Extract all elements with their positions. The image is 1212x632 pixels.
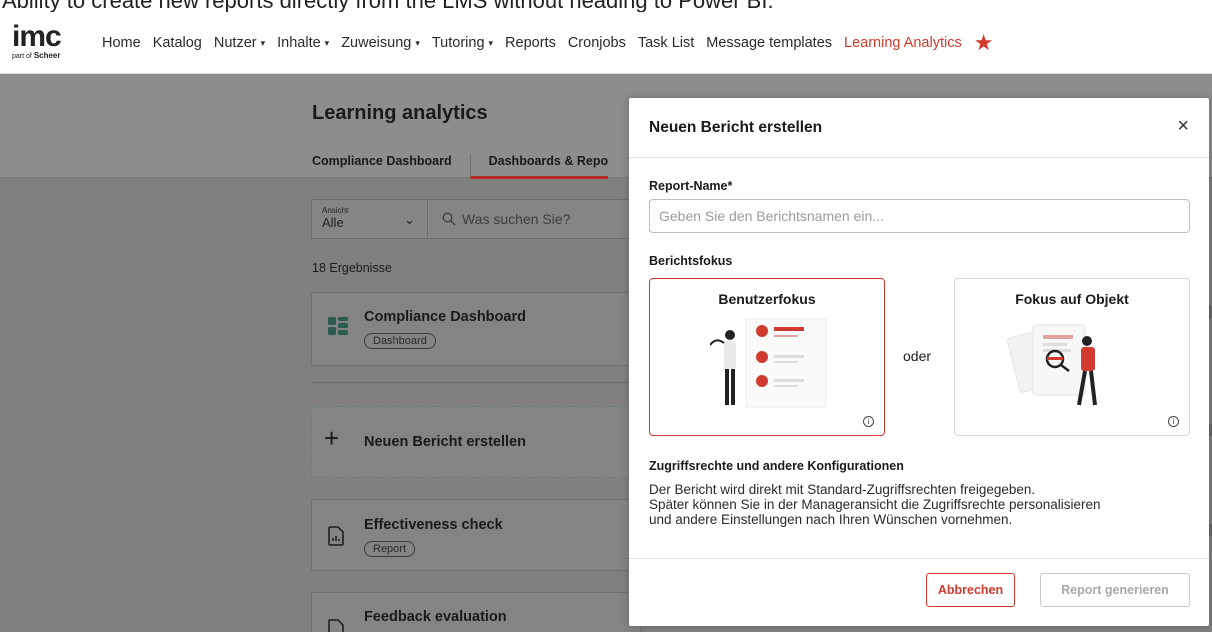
cancel-button[interactable]: Abbrechen bbox=[926, 573, 1015, 607]
report-icon bbox=[328, 619, 344, 632]
list-item[interactable]: Feedback evaluation bbox=[311, 592, 641, 632]
nav-home[interactable]: Home bbox=[96, 35, 147, 51]
results-count: 18 Ergebnisse bbox=[312, 261, 392, 275]
nav-cronjobs[interactable]: Cronjobs bbox=[562, 35, 632, 51]
or-separator: oder bbox=[903, 348, 932, 364]
caret-down-icon: ▾ bbox=[415, 37, 420, 48]
close-icon[interactable]: × bbox=[1177, 115, 1189, 138]
modal-title: Neuen Bericht erstellen bbox=[649, 119, 823, 136]
top-navbar: imc part of Scheer Home Katalog Nutzer ▾ … bbox=[0, 12, 1212, 74]
imc-logo[interactable]: imc part of Scheer bbox=[12, 20, 72, 61]
nav-learning-analytics[interactable]: Learning Analytics bbox=[838, 35, 968, 51]
report-icon bbox=[328, 526, 344, 546]
divider bbox=[311, 382, 641, 383]
view-select-value: Alle bbox=[322, 215, 344, 230]
nav-zuweisung[interactable]: Zuweisung ▾ bbox=[335, 35, 426, 51]
description-line: und andere Einstellungen nach Ihren Wüns… bbox=[649, 512, 1013, 527]
plus-icon: + bbox=[324, 423, 340, 453]
logo-sub: part of Scheer bbox=[12, 51, 61, 60]
star-icon[interactable]: ★ bbox=[974, 30, 994, 56]
filter-bar: Ansicht Alle ⌄ Was suchen Sie? bbox=[311, 199, 641, 239]
caret-down-icon: ▾ bbox=[260, 37, 266, 48]
focus-option-object[interactable]: Fokus auf Objekt i bbox=[954, 278, 1190, 436]
search-placeholder: Was suchen Sie? bbox=[462, 211, 571, 227]
caret-down-icon: ▾ bbox=[488, 37, 494, 48]
type-badge: Dashboard bbox=[364, 333, 436, 349]
view-select[interactable]: Ansicht Alle ⌄ bbox=[312, 200, 428, 238]
type-badge: Report bbox=[364, 541, 416, 557]
nav-task-list[interactable]: Task List bbox=[632, 35, 700, 51]
dashboard-icon bbox=[328, 317, 348, 335]
tab-dashboards-reports[interactable]: Dashboards & Repo bbox=[469, 154, 609, 179]
new-report-modal: Neuen Bericht erstellen × Report-Name* B… bbox=[629, 98, 1209, 626]
logo-brand: imc bbox=[12, 20, 62, 53]
list-item[interactable]: Compliance Dashboard Dashboard bbox=[311, 292, 641, 366]
card-title: Feedback evaluation bbox=[364, 609, 507, 625]
description-line: Später können Sie in der Manageransicht … bbox=[649, 497, 1101, 512]
caption-text: Ability to create new reports directly f… bbox=[0, 0, 1212, 12]
info-icon[interactable]: i bbox=[863, 416, 874, 427]
focus-option-title: Benutzerfokus bbox=[718, 291, 816, 307]
report-name-label: Report-Name* bbox=[649, 179, 733, 193]
search-input[interactable]: Was suchen Sie? bbox=[428, 211, 570, 227]
card-title: Neuen Bericht erstellen bbox=[364, 434, 526, 450]
chevron-down-icon: ⌄ bbox=[404, 212, 415, 227]
access-rights-description: Der Bericht wird direkt mit Standard-Zug… bbox=[649, 482, 1194, 527]
focus-option-user[interactable]: Benutzerfokus i bbox=[649, 278, 885, 436]
nav-reports[interactable]: Reports bbox=[499, 35, 562, 51]
page-tabs: Compliance Dashboard Dashboards & Repo bbox=[312, 154, 626, 179]
focus-option-title: Fokus auf Objekt bbox=[1015, 291, 1129, 307]
list-item[interactable]: Effectiveness check Report bbox=[311, 499, 641, 571]
report-focus-label: Berichtsfokus bbox=[649, 254, 733, 268]
nav-inhalte[interactable]: Inhalte ▾ bbox=[271, 35, 335, 51]
tab-compliance-dashboard[interactable]: Compliance Dashboard bbox=[312, 154, 452, 179]
report-name-input[interactable] bbox=[649, 199, 1190, 233]
nav-katalog[interactable]: Katalog bbox=[147, 35, 208, 51]
info-icon[interactable]: i bbox=[1168, 416, 1179, 427]
card-title: Effectiveness check bbox=[364, 517, 503, 533]
page-title: Learning analytics bbox=[312, 102, 488, 124]
nav-message-templates[interactable]: Message templates bbox=[700, 35, 838, 51]
nav-tutoring[interactable]: Tutoring ▾ bbox=[426, 35, 499, 51]
access-rights-label: Zugriffsrechte und andere Konfiguratione… bbox=[649, 459, 904, 473]
modal-header: Neuen Bericht erstellen × bbox=[629, 98, 1209, 158]
main-nav: Home Katalog Nutzer ▾ Inhalte ▾ Zuweisung ▾… bbox=[96, 12, 993, 74]
new-report-card[interactable]: + Neuen Bericht erstellen bbox=[311, 406, 641, 478]
object-focus-illustration bbox=[1006, 324, 1097, 406]
modal-footer: Abbrechen Report generieren bbox=[629, 558, 1209, 626]
user-focus-illustration bbox=[710, 318, 827, 408]
search-icon bbox=[442, 212, 456, 226]
nav-nutzer[interactable]: Nutzer ▾ bbox=[208, 35, 271, 51]
description-line: Der Bericht wird direkt mit Standard-Zug… bbox=[649, 482, 1036, 497]
generate-report-button[interactable]: Report generieren bbox=[1040, 573, 1190, 607]
caret-down-icon: ▾ bbox=[324, 37, 330, 48]
view-select-label: Ansicht bbox=[322, 206, 349, 215]
card-title: Compliance Dashboard bbox=[364, 309, 526, 325]
